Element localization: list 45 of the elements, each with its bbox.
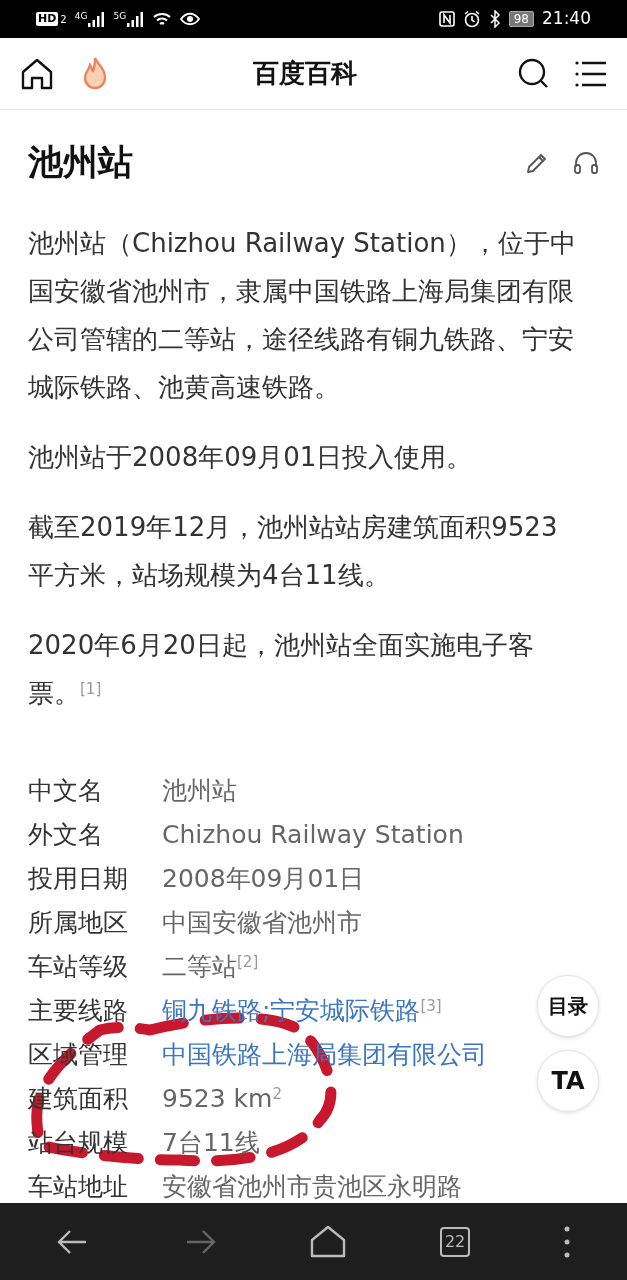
headphones-icon [573, 150, 599, 175]
listen-button[interactable] [573, 150, 599, 175]
network-type: 5G [113, 11, 127, 21]
paragraph: 2020年6月20日起，池州站全面实施电子客票。$^{[1]}$ [28, 628, 535, 710]
info-value: 安徽省池州市贵池区永明路 [162, 1170, 462, 1203]
status-time: 21:40 [542, 7, 591, 31]
nfc-icon [438, 11, 455, 27]
signal-icon [126, 11, 145, 27]
hd-badge: HD [36, 12, 59, 26]
home-button[interactable] [20, 57, 54, 90]
info-label: 所属地区 [28, 906, 129, 939]
eye-icon [180, 12, 201, 26]
signal-icon [87, 11, 106, 27]
paragraph: 池州站于2008年09月01日投入使用。 [28, 440, 474, 474]
home-icon [309, 1223, 348, 1260]
bluetooth-icon [488, 10, 501, 28]
paragraph: 截至2019年12月，池州站站房建筑面积9523平方米，站场规模为4台11线。 [28, 510, 559, 592]
info-label: 中文名 [28, 774, 104, 807]
info-value: Chizhou Railway Station [162, 818, 464, 851]
home-icon [20, 57, 54, 90]
more-icon [562, 1224, 571, 1259]
ta-button[interactable]: TA [537, 1050, 599, 1112]
info-link[interactable]: 中国铁路上海局集团有限公司 [162, 1032, 487, 1077]
info-label: 投用日期 [28, 862, 129, 895]
alarm-icon [462, 10, 481, 28]
info-value: 中国安徽省池州市 [162, 906, 362, 939]
menu-icon [575, 59, 607, 88]
info-label: 主要线路 [28, 994, 129, 1027]
info-label: 车站等级 [28, 950, 129, 983]
info-label: 车站地址 [28, 1170, 129, 1203]
paragraph: 池州站（Chizhou Railway Station），位于中国安徽省池州市，隶属中国铁路上海局集团有限公司管辖的二等站，途径线路有铜九铁路、宁安城际铁路、池黄高速铁路。 [28, 226, 577, 404]
contents-button[interactable]: 目录 [537, 975, 599, 1037]
wifi-icon [152, 11, 173, 27]
article-title: 池州站 [28, 141, 133, 184]
info-label: 外文名 [28, 818, 104, 851]
info-value: 7台11线 [162, 1126, 260, 1159]
info-value: 2008年09月01日 [162, 862, 365, 895]
site-title: 百度百科 [251, 57, 358, 90]
info-value: 9523 km$^{2}$ [162, 1082, 282, 1115]
sim-number: 2 [60, 12, 67, 27]
menu-button[interactable] [575, 59, 607, 88]
network-type: 4G [74, 11, 88, 21]
info-value: 二等站$^{[2]}$ [162, 950, 259, 983]
battery-indicator: 98 [508, 11, 534, 27]
info-value: 池州站 [162, 774, 237, 807]
